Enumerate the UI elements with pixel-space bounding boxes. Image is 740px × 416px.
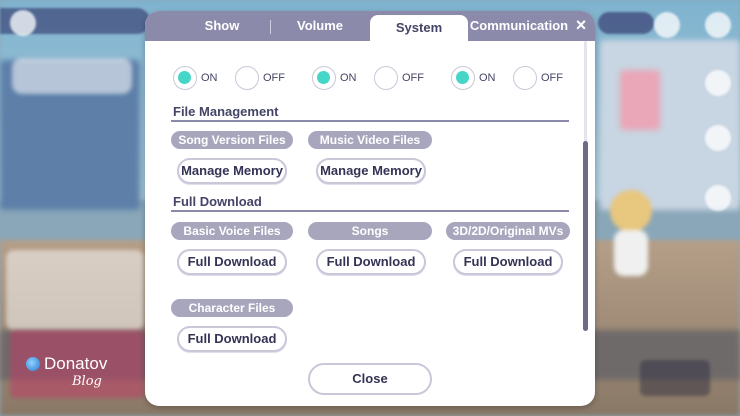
tab-divider: [270, 20, 271, 34]
scrollbar-thumb[interactable]: [583, 141, 588, 331]
settings-dialog: Show Volume System Communication × ON OF…: [145, 11, 595, 406]
toggle-1-on[interactable]: ON: [173, 66, 218, 90]
hud-button-icon: [654, 12, 680, 38]
radio-label: ON: [201, 72, 218, 84]
radio-label: OFF: [263, 72, 285, 84]
hud-menu-icon: [705, 12, 731, 38]
toggle-3-off[interactable]: OFF: [513, 66, 563, 90]
hud-currency: [598, 12, 654, 34]
radio-label: ON: [479, 72, 496, 84]
full-download-basic-voice-button[interactable]: Full Download: [177, 249, 287, 275]
tab-communication[interactable]: Communication: [468, 11, 570, 41]
show-button: [640, 360, 710, 396]
full-download-songs-button[interactable]: Full Download: [316, 249, 426, 275]
radio-on-icon: [312, 66, 336, 90]
toggle-3-on[interactable]: ON: [451, 66, 496, 90]
mvs-label: 3D/2D/Original MVs: [446, 222, 570, 240]
radio-off-icon: [374, 66, 398, 90]
music-video-files-label: Music Video Files: [308, 131, 432, 149]
mission-bubble: [12, 58, 132, 94]
cart-icon: [705, 185, 731, 211]
character-head: [610, 190, 652, 232]
character: [600, 190, 660, 280]
full-download-mvs-button[interactable]: Full Download: [453, 249, 563, 275]
character-files-label: Character Files: [171, 299, 293, 317]
present-icon: [705, 125, 731, 151]
section-divider: [171, 210, 569, 212]
tab-volume[interactable]: Volume: [277, 11, 363, 41]
file-management-title: File Management: [173, 104, 279, 119]
close-icon[interactable]: ×: [572, 14, 590, 36]
section-divider: [171, 120, 569, 122]
tab-system[interactable]: System: [370, 15, 468, 41]
full-download-character-button[interactable]: Full Download: [177, 326, 287, 352]
toggle-1-off[interactable]: OFF: [235, 66, 285, 90]
tab-bar: Show Volume System Communication ×: [145, 11, 595, 41]
radio-on-icon: [451, 66, 475, 90]
watermark-title: Donatov: [44, 354, 108, 373]
songs-label: Songs: [308, 222, 432, 240]
radio-label: OFF: [402, 72, 424, 84]
radio-on-icon: [173, 66, 197, 90]
watermark-subtitle: Blog: [72, 374, 102, 389]
radio-label: OFF: [541, 72, 563, 84]
building: [620, 70, 660, 130]
radio-off-icon: [235, 66, 259, 90]
gift-icon: [705, 70, 731, 96]
radio-label: ON: [340, 72, 357, 84]
toggle-2-on[interactable]: ON: [312, 66, 357, 90]
song-version-files-label: Song Version Files: [171, 131, 293, 149]
basic-voice-files-label: Basic Voice Files: [171, 222, 293, 240]
manage-memory-music-video-button[interactable]: Manage Memory: [316, 158, 426, 184]
toggle-2-off[interactable]: OFF: [374, 66, 424, 90]
character-body: [614, 230, 648, 276]
radio-off-icon: [513, 66, 537, 90]
tab-show[interactable]: Show: [179, 11, 265, 41]
settings-hud-icon: [10, 10, 36, 36]
watermark: Donatov Blog: [22, 352, 132, 392]
full-download-title: Full Download: [173, 194, 262, 209]
watermark-logo-icon: [26, 357, 40, 371]
close-button[interactable]: Close: [308, 363, 432, 395]
manage-memory-song-version-button[interactable]: Manage Memory: [177, 158, 287, 184]
event-banner: [6, 250, 144, 330]
